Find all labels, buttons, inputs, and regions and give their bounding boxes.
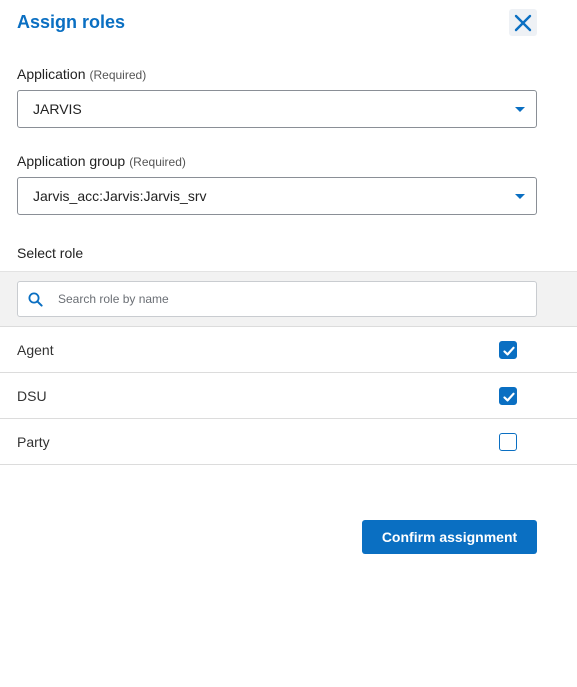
role-row-agent[interactable]: Agent (0, 327, 577, 373)
application-label-text: Application (17, 66, 86, 82)
application-group-label-text: Application group (17, 153, 126, 169)
role-name: DSU (17, 388, 47, 404)
role-row-dsu[interactable]: DSU (0, 373, 577, 419)
close-icon (514, 14, 532, 31)
dialog-title: Assign roles (17, 12, 126, 32)
role-row-party[interactable]: Party (0, 419, 577, 465)
close-button[interactable] (509, 9, 537, 36)
role-checkbox-party[interactable] (499, 433, 517, 451)
chevron-down-icon (515, 194, 525, 199)
application-label: Application (Required) (17, 66, 146, 82)
role-checkbox-agent[interactable] (499, 341, 517, 359)
application-select-value: JARVIS (33, 101, 82, 117)
checkmark-icon (503, 392, 515, 402)
select-role-label: Select role (17, 245, 84, 261)
application-group-select-value: Jarvis_acc:Jarvis:Jarvis_srv (33, 188, 207, 204)
role-name: Party (17, 434, 50, 450)
application-select[interactable]: JARVIS (17, 90, 537, 128)
application-required-note: (Required) (89, 68, 147, 82)
application-group-required-note: (Required) (129, 155, 186, 169)
chevron-down-icon (515, 107, 525, 112)
search-box[interactable] (17, 281, 537, 317)
application-group-select[interactable]: Jarvis_acc:Jarvis:Jarvis_srv (17, 177, 537, 215)
role-search-bar (0, 271, 577, 327)
checkmark-icon (503, 346, 515, 356)
application-group-label: Application group (Required) (17, 153, 186, 169)
role-name: Agent (17, 342, 54, 358)
search-icon (28, 292, 43, 307)
confirm-assignment-button[interactable]: Confirm assignment (362, 520, 537, 554)
role-checkbox-dsu[interactable] (499, 387, 517, 405)
search-input[interactable] (58, 282, 528, 316)
